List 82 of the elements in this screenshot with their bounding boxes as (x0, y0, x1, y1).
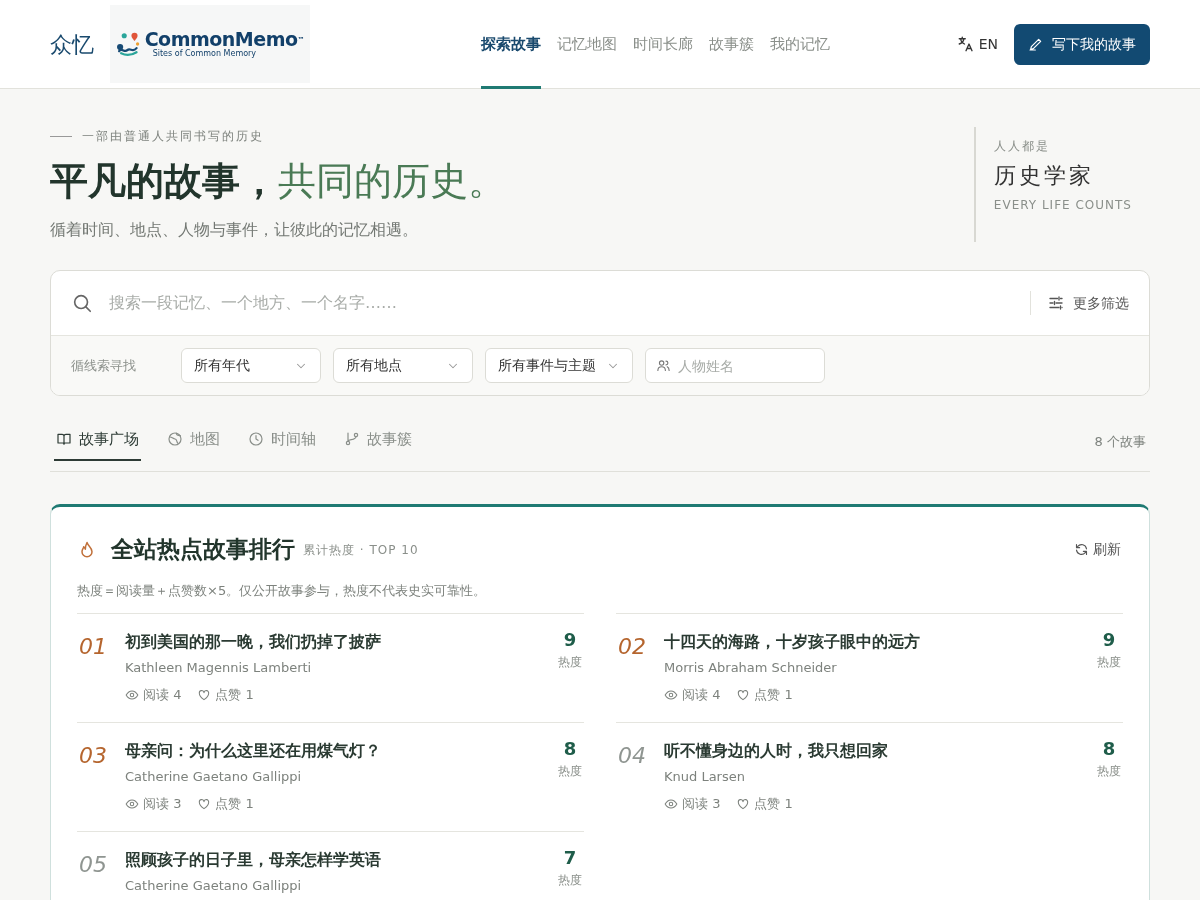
author-name: Knud Larsen (664, 767, 746, 786)
heart-icon (197, 687, 212, 702)
read-count: 阅读 3 (125, 794, 182, 814)
rank-number: 02 (618, 632, 647, 661)
people-icon (656, 358, 671, 373)
ranking-row[interactable]: 01 初到美国的那一晚，我们扔掉了披萨 Kathleen Magennis Lamberti 阅读 4 点赞 1 9 热度 (77, 612, 584, 722)
rank-number: 05 (79, 850, 108, 879)
story-title: 初到美国的那一晚，我们扔掉了披萨 (125, 630, 382, 653)
heat-score: 8 (1101, 738, 1117, 759)
logo-subtitle: Sites of Common Memory (151, 48, 258, 59)
ranking-note: 热度＝阅读量＋点赞数×5。仅公开故事参与，热度不代表史实可靠性。 (77, 582, 488, 600)
read-count: 阅读 3 (664, 794, 721, 814)
like-count: 点赞 1 (197, 794, 254, 814)
name-field[interactable]: 人物姓名 (645, 348, 825, 383)
ranking-row[interactable]: 04 听不懂身边的人时，我只想回家 Knud Larsen 阅读 3 点赞 1 8 热度 (616, 721, 1123, 831)
brand-name[interactable]: 众忆 (50, 27, 94, 61)
author-name: Catherine Gaetano Gallippi (125, 876, 303, 895)
aside-title: 历史学家 (993, 162, 1095, 190)
like-count: 点赞 1 (736, 794, 793, 814)
filter-dropdown[interactable]: 所有事件与主题 (485, 348, 633, 383)
ranking-row[interactable]: 03 母亲问：为什么这里还在用煤气灯？ Catherine Gaetano Gallippi 阅读 3 点赞 1 8 热度 (77, 721, 584, 831)
ranking-title: 全站热点故事排行 (111, 535, 295, 564)
aside-caption: EVERY LIFE COUNTS (993, 197, 1132, 214)
heat-label: 热度 (1097, 763, 1121, 781)
nav-link[interactable]: 探索故事 (481, 0, 542, 89)
story-title: 十四天的海路，十岁孩子眼中的远方 (664, 630, 921, 653)
aside-label: 人人都是 (993, 138, 1051, 155)
sliders-icon (1047, 294, 1065, 312)
logo[interactable]: CommonMemo$^{™}$ Sites of Common Memory (110, 5, 310, 83)
like-count: 点赞 1 (736, 685, 793, 705)
heart-icon (736, 796, 751, 811)
eye-icon (125, 796, 139, 811)
hero-subtitle: 循着时间、地点、人物与事件，让彼此的记忆相遇。 (50, 219, 419, 241)
clock-icon (248, 431, 264, 448)
heat-label: 热度 (1097, 654, 1121, 672)
refresh-button[interactable]: 刷新 (1074, 539, 1121, 561)
heat-label: 热度 (558, 872, 582, 890)
read-count: 阅读 4 (664, 685, 721, 705)
filter-dropdown[interactable]: 所有年代 (181, 348, 321, 383)
refresh-icon (1074, 542, 1089, 558)
eye-icon (664, 687, 678, 702)
eye-icon (125, 687, 139, 702)
more-filters-button[interactable]: 更多筛选 (1030, 291, 1129, 315)
author-name: Kathleen Magennis Lamberti (125, 658, 313, 677)
ranking-row[interactable]: 05 照顾孩子的日子里，母亲怎样学英语 Catherine Gaetano Gallippi 7 热度 (77, 830, 584, 900)
logo-title: CommonMemo$^{™}$ (144, 29, 304, 49)
author-name: Catherine Gaetano Gallippi (125, 767, 303, 786)
eye-icon (664, 796, 678, 811)
filter-label: 循线索寻找 (71, 356, 137, 375)
hero-eyebrow: 一部由普通人共同书写的历史 (50, 127, 506, 145)
author-name: Morris Abraham Schneider (664, 658, 838, 677)
view-tab[interactable]: 故事广场 (54, 422, 141, 461)
book-icon (56, 431, 72, 448)
ranking-tag: 累计热度 · TOP 10 (303, 540, 419, 559)
story-count: 8 个故事 (1094, 432, 1146, 451)
heat-score: 8 (562, 738, 578, 759)
heat-score: 7 (562, 847, 578, 868)
read-count: 阅读 4 (125, 685, 182, 705)
heat-label: 热度 (558, 654, 582, 672)
search-field[interactable]: 搜索一段记忆、一个地方、一个名字…… (107, 290, 1016, 316)
heat-score: 9 (1101, 629, 1117, 650)
heart-icon (197, 796, 212, 811)
heart-icon (736, 687, 751, 702)
write-story-button[interactable]: 写下我的故事 (1014, 23, 1150, 65)
story-title: 照顾孩子的日子里，母亲怎样学英语 (125, 848, 382, 871)
filter-dropdown[interactable]: 所有地点 (333, 348, 473, 383)
rank-number: 01 (79, 632, 108, 661)
story-title: 母亲问：为什么这里还在用煤气灯？ (125, 739, 382, 762)
search-icon (71, 292, 93, 314)
pen-icon (1028, 36, 1044, 52)
translate-icon (956, 35, 975, 53)
rank-number: 03 (79, 741, 108, 770)
ranking-row[interactable]: 02 十四天的海路，十岁孩子眼中的远方 Morris Abraham Schneider 阅读 4 点赞 1 9 热度 (616, 612, 1123, 722)
globe-icon (167, 431, 183, 448)
rank-number: 04 (618, 741, 647, 770)
hero-title: 平凡的故事，共同的历史。 (50, 159, 506, 204)
branch-icon (344, 431, 360, 448)
language-link[interactable]: EN (956, 33, 998, 55)
like-count: 点赞 1 (197, 685, 254, 705)
heat-label: 热度 (558, 763, 582, 781)
story-title: 听不懂身边的人时，我只想回家 (664, 739, 889, 762)
heat-score: 9 (562, 629, 578, 650)
